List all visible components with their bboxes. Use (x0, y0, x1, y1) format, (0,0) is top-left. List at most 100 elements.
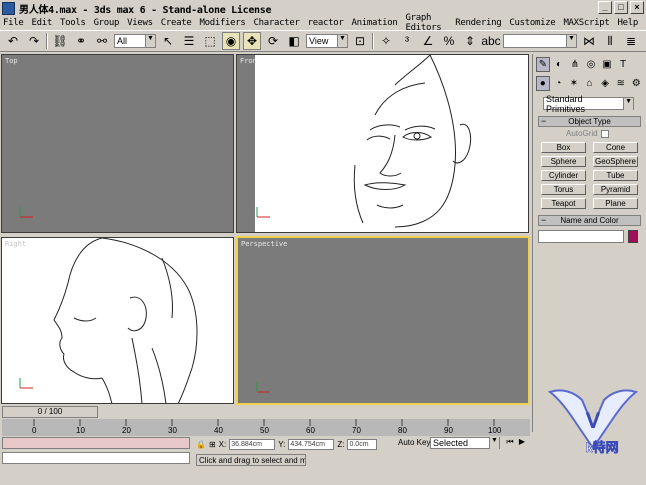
rotate-icon[interactable]: ⟳ (264, 32, 282, 50)
command-panel: ✎ ◐ ⋔ ◎ ▣ T ● ◔ ✶ ⌂ ◈ ≋ ⚙ Standard Primi… (532, 54, 646, 432)
menu-bar: File Edit Tools Group Views Create Modif… (0, 13, 646, 33)
unlink-icon[interactable]: ⚭ (72, 32, 90, 50)
display-tab-icon[interactable]: ▣ (600, 57, 614, 72)
z-coordinate-field[interactable]: 0.0cm (347, 438, 378, 450)
menu-modifiers[interactable]: Modifiers (199, 18, 245, 28)
category-select[interactable]: Standard Primitives ▼ (543, 94, 634, 114)
viewport-front[interactable]: Front (236, 54, 529, 233)
align-icon[interactable]: ⫴ (601, 32, 619, 50)
rectangular-selection-icon[interactable]: ⬚ (201, 32, 219, 50)
percent-snap-icon[interactable]: % (440, 32, 458, 50)
pivot-center-icon[interactable]: ⊡ (351, 32, 369, 50)
named-selection-select[interactable]: ▼ (503, 34, 577, 48)
box-button[interactable]: Box (541, 142, 586, 153)
lights-icon[interactable]: ✶ (567, 76, 581, 91)
minimize-button[interactable]: _ (598, 1, 612, 14)
menu-character[interactable]: Character (254, 18, 300, 28)
scale-icon[interactable]: ◧ (285, 32, 303, 50)
object-type-header[interactable]: − Object Type (538, 116, 641, 127)
bind-space-warp-icon[interactable]: ⚯ (93, 32, 111, 50)
select-object-icon[interactable]: ↖ (159, 32, 177, 50)
reference-coord-select[interactable]: View ▼ (306, 34, 348, 48)
viewport-label[interactable]: Top (5, 57, 18, 65)
menu-views[interactable]: Views (127, 18, 153, 28)
menu-maxscript[interactable]: MAXScript (563, 18, 609, 28)
pyramid-button[interactable]: Pyramid (593, 184, 638, 195)
mirror-icon[interactable]: ⋈ (580, 32, 598, 50)
utilities-tab-icon[interactable]: T (616, 57, 630, 72)
object-name-input[interactable] (538, 230, 624, 243)
menu-tools[interactable]: Tools (60, 18, 86, 28)
menu-file[interactable]: File (3, 18, 24, 28)
viewport-label[interactable]: Right (5, 240, 26, 248)
menu-reactor[interactable]: reactor (308, 18, 344, 28)
link-icon[interactable]: ⛓ (51, 32, 69, 50)
spacewarps-icon[interactable]: ≋ (614, 76, 628, 91)
menu-help[interactable]: Help (618, 18, 639, 28)
teapot-button[interactable]: Teapot (541, 198, 586, 209)
undo-icon[interactable]: ↶ (4, 32, 22, 50)
selection-filter-select[interactable]: All ▼ (114, 34, 156, 48)
object-color-swatch[interactable] (628, 230, 638, 243)
sphere-button[interactable]: Sphere (541, 156, 586, 167)
angle-snap-icon[interactable]: ∠ (419, 32, 437, 50)
autogrid-checkbox[interactable] (600, 129, 609, 138)
create-tab-icon[interactable]: ✎ (536, 56, 550, 72)
geometry-icon[interactable]: ● (536, 75, 550, 91)
window-crossing-icon[interactable]: ◉ (222, 32, 240, 50)
close-button[interactable]: × (630, 1, 644, 14)
cameras-icon[interactable]: ⌂ (583, 76, 597, 91)
viewport-label[interactable]: Perspective (241, 240, 287, 248)
x-coordinate-field[interactable]: 36.884cm (229, 438, 276, 450)
tick-label: 70 (352, 426, 361, 435)
auto-key-button[interactable]: Auto Key (398, 438, 430, 447)
named-selection-icon[interactable]: abc (481, 32, 500, 50)
time-slider[interactable]: 0 / 100 (2, 406, 98, 418)
systems-icon[interactable]: ⚙ (629, 76, 643, 91)
menu-rendering[interactable]: Rendering (455, 18, 501, 28)
spinner-snap-icon[interactable]: ⇕ (461, 32, 479, 50)
y-coordinate-field[interactable]: 434.754cm (288, 438, 335, 450)
geosphere-button[interactable]: GeoSphere (593, 156, 638, 167)
absolute-mode-icon[interactable]: ⊞ (209, 440, 216, 449)
modify-tab-icon[interactable]: ◐ (552, 57, 566, 72)
select-manipulate-icon[interactable]: ✧ (377, 32, 395, 50)
shapes-icon[interactable]: ◔ (552, 76, 566, 91)
viewport-top[interactable]: Top (1, 54, 234, 233)
move-icon[interactable]: ✥ (243, 32, 261, 50)
play-icon[interactable]: ▶ (517, 437, 527, 447)
viewport-right[interactable]: Right (1, 237, 234, 404)
track-bar[interactable]: 0 10 20 30 40 50 60 70 80 90 100 (2, 419, 530, 436)
lock-icon[interactable]: 🔒 (196, 440, 206, 449)
maxscript-listener-mini[interactable] (2, 437, 190, 449)
maxscript-input[interactable] (2, 452, 190, 464)
hierarchy-tab-icon[interactable]: ⋔ (568, 57, 582, 72)
tick-label: 30 (168, 426, 177, 435)
layer-manager-icon[interactable]: ≣ (622, 32, 640, 50)
menu-customize[interactable]: Customize (509, 18, 555, 28)
menu-edit[interactable]: Edit (31, 18, 52, 28)
viewport-perspective[interactable]: Perspective (236, 236, 530, 405)
plane-button[interactable]: Plane (593, 198, 638, 209)
redo-icon[interactable]: ↷ (25, 32, 43, 50)
snap-toggle-icon[interactable]: ³ (398, 32, 416, 50)
name-color-header[interactable]: − Name and Color (538, 215, 641, 226)
separator (372, 33, 374, 49)
key-mode-select[interactable]: Selected ▼ (430, 437, 500, 449)
motion-tab-icon[interactable]: ◎ (584, 57, 598, 72)
cylinder-button[interactable]: Cylinder (541, 170, 586, 181)
svg-text:V: V (586, 408, 601, 433)
app-icon (2, 1, 15, 15)
cone-button[interactable]: Cone (593, 142, 638, 153)
select-by-name-icon[interactable]: ☰ (180, 32, 198, 50)
tube-button[interactable]: Tube (593, 170, 638, 181)
helpers-icon[interactable]: ◈ (598, 76, 612, 91)
menu-animation[interactable]: Animation (351, 18, 397, 28)
chevron-down-icon: ▼ (337, 35, 347, 47)
watermark-logo: V k特网 (547, 389, 639, 455)
torus-button[interactable]: Torus (541, 184, 586, 195)
menu-group[interactable]: Group (94, 18, 120, 28)
go-to-start-icon[interactable]: ⏮ (505, 437, 515, 447)
maximize-button[interactable]: □ (614, 1, 628, 14)
menu-create[interactable]: Create (161, 18, 192, 28)
